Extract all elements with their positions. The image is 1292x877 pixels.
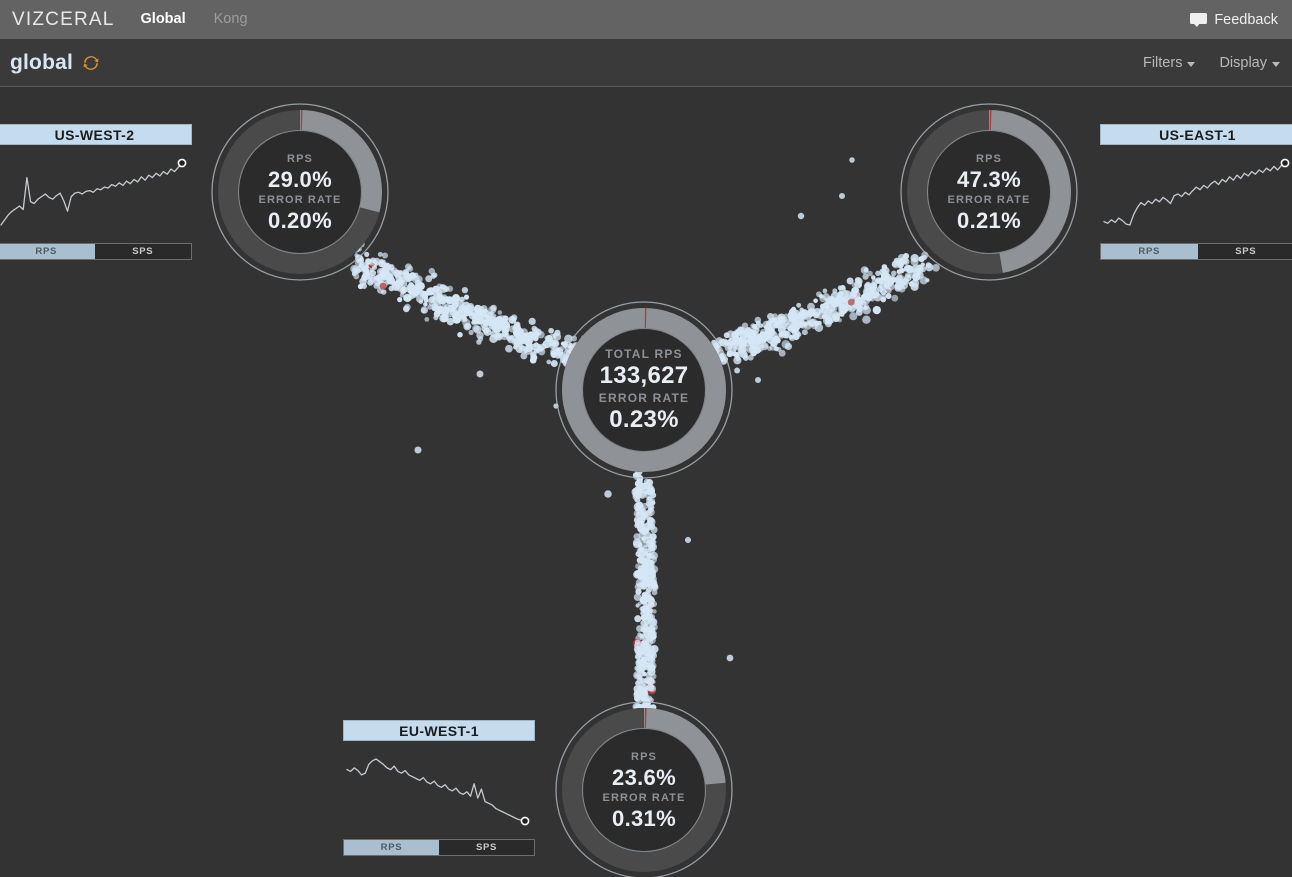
metric-toggle-eu-west-1: RPS SPS (343, 839, 535, 856)
vizceral-graph-canvas[interactable]: RPS 29.0% ERROR RATE 0.20% RPS 47.3% ERR… (0, 88, 1292, 877)
display-menu[interactable]: Display (1219, 55, 1280, 71)
display-menu-label: Display (1219, 54, 1267, 71)
panel-title: US-EAST-1 (1100, 124, 1292, 145)
chevron-down-icon (1272, 61, 1280, 67)
toggle-rps[interactable]: RPS (0, 244, 95, 259)
detail-panel-us-west-2[interactable]: US-WEST-2 RPS SPS (0, 124, 192, 260)
feedback-button[interactable]: Feedback (1190, 12, 1278, 28)
filters-menu[interactable]: Filters (1142, 54, 1196, 71)
refresh-icon[interactable] (82, 54, 100, 72)
app-brand: VIZCERAL (12, 8, 115, 30)
sub-header: global Filters Display (0, 39, 1292, 87)
metric-toggle-us-west-2: RPS SPS (0, 243, 192, 260)
nav-link-global[interactable]: Global (141, 0, 186, 39)
feedback-label: Feedback (1214, 11, 1278, 28)
chevron-down-icon (1187, 61, 1196, 67)
graph-nodes-layer (211, 103, 1078, 877)
detail-panel-us-east-1[interactable]: US-EAST-1 RPS SPS (1100, 124, 1292, 260)
toggle-sps[interactable]: SPS (439, 840, 534, 855)
sparkline-us-west-2 (0, 155, 192, 233)
toggle-sps[interactable]: SPS (1197, 244, 1292, 259)
filters-menu-label: Filters (1142, 54, 1183, 71)
toggle-rps[interactable]: RPS (344, 840, 439, 855)
panel-title: US-WEST-2 (0, 124, 192, 145)
metric-toggle-us-east-1: RPS SPS (1100, 243, 1292, 260)
panel-title: EU-WEST-1 (343, 720, 535, 741)
comment-bubble-icon (1190, 13, 1208, 27)
sparkline-us-east-1 (1100, 155, 1292, 233)
sparkline-eu-west-1 (343, 751, 535, 829)
detail-panel-eu-west-1[interactable]: EU-WEST-1 RPS SPS (343, 720, 535, 856)
toggle-sps[interactable]: SPS (94, 244, 191, 259)
nav-links: Global Kong (141, 0, 248, 39)
subheader-menus: Filters Display (1143, 55, 1280, 71)
breadcrumb[interactable]: global (10, 51, 73, 75)
nav-link-kong[interactable]: Kong (214, 0, 248, 39)
vizceral-app: VIZCERAL Global Kong Feedback global Fil… (0, 0, 1292, 877)
top-navbar: VIZCERAL Global Kong Feedback (0, 0, 1292, 39)
toggle-rps[interactable]: RPS (1101, 244, 1198, 259)
